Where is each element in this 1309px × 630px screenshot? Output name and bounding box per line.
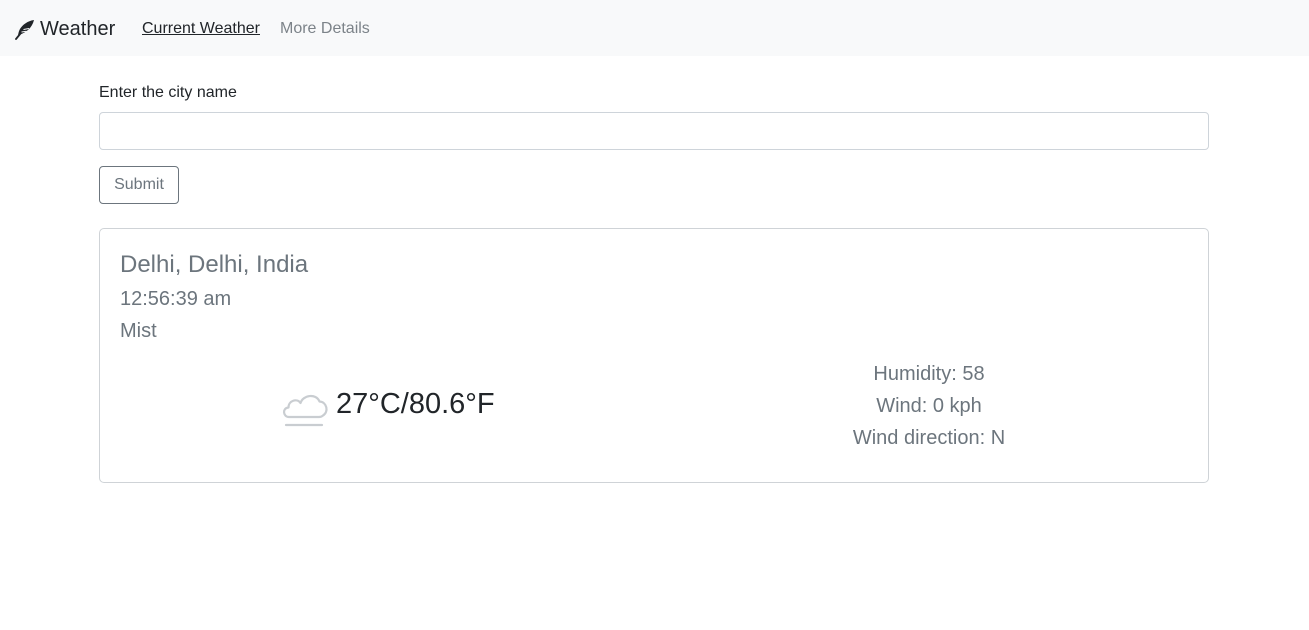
city-label: Enter the city name xyxy=(99,84,237,101)
weather-condition: Mist xyxy=(120,320,157,342)
nav-current-weather[interactable]: Current Weather xyxy=(142,19,260,39)
brand-link[interactable]: Weather xyxy=(14,17,115,41)
feather-icon xyxy=(15,20,34,40)
wind-speed: Wind: 0 kph xyxy=(876,395,982,417)
nav-more-details[interactable]: More Details xyxy=(280,19,370,39)
city-input[interactable] xyxy=(99,112,1209,150)
humidity: Humidity: 58 xyxy=(873,363,985,385)
local-time: 12:56:39 am xyxy=(120,288,232,310)
weather-card: Delhi, Delhi, India 12:56:39 am Mist 27°… xyxy=(99,228,1209,483)
weather-details: Humidity: 58 Wind: 0 kph Wind direction:… xyxy=(829,358,1029,454)
submit-button[interactable]: Submit xyxy=(99,166,179,204)
temperature: 27°C/80.6°F xyxy=(336,388,495,420)
navbar: Weather Current Weather More Details xyxy=(0,0,1309,56)
wind-direction: Wind direction: N xyxy=(852,427,1006,449)
location-title: Delhi, Delhi, India xyxy=(120,251,309,278)
brand-name: Weather xyxy=(40,18,116,40)
mist-cloud-icon xyxy=(282,394,328,427)
